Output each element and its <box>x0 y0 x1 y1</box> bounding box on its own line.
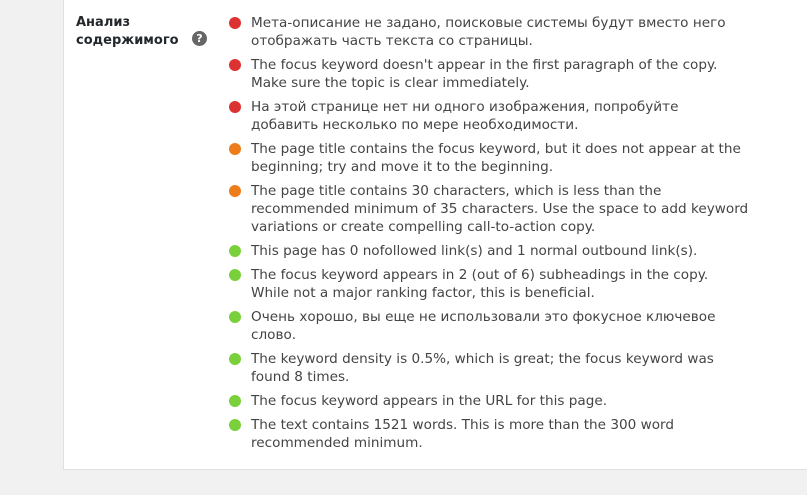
label-line-1: Анализ <box>76 15 130 30</box>
analysis-result-text: The focus keyword appears in 2 (out of 6… <box>251 267 709 301</box>
analysis-result-item: На этой странице нет ни одного изображен… <box>229 98 749 134</box>
analysis-results-list: Мета-описание не задано, поисковые систе… <box>229 14 749 458</box>
analysis-result-text: The keyword density is 0.5%, which is gr… <box>251 351 714 385</box>
analysis-result-item: The focus keyword doesn't appear in the … <box>229 56 749 92</box>
analysis-result-item: The focus keyword appears in the URL for… <box>229 392 749 410</box>
status-bad-dot-icon <box>229 101 241 113</box>
analysis-result-item: The text contains 1521 words. This is mo… <box>229 416 749 452</box>
label-line-2: содержимого <box>76 33 179 48</box>
help-icon[interactable]: ? <box>192 31 207 46</box>
analysis-result-item: The page title contains the focus keywor… <box>229 140 749 176</box>
analysis-result-text: Очень хорошо, вы еще не использовали это… <box>251 309 716 343</box>
analysis-result-text: The page title contains the focus keywor… <box>251 141 741 175</box>
status-bad-dot-icon <box>229 17 241 29</box>
status-good-dot-icon <box>229 353 241 365</box>
analysis-result-text: The focus keyword appears in the URL for… <box>251 393 608 409</box>
analysis-result-item: The focus keyword appears in 2 (out of 6… <box>229 266 749 302</box>
analysis-result-text: The focus keyword doesn't appear in the … <box>251 57 718 91</box>
analysis-result-item: The keyword density is 0.5%, which is gr… <box>229 350 749 386</box>
analysis-result-item: This page has 0 nofollowed link(s) and 1… <box>229 242 749 260</box>
analysis-result-item: Мета-описание не задано, поисковые систе… <box>229 14 749 50</box>
status-good-dot-icon <box>229 311 241 323</box>
status-good-dot-icon <box>229 245 241 257</box>
analysis-result-text: This page has 0 nofollowed link(s) and 1… <box>251 243 698 259</box>
analysis-result-item: The page title contains 30 characters, w… <box>229 182 749 236</box>
status-good-dot-icon <box>229 269 241 281</box>
content-analysis-label: Анализ содержимого <box>76 14 191 50</box>
analysis-result-text: The text contains 1521 words. This is mo… <box>251 417 675 451</box>
analysis-result-item: Очень хорошо, вы еще не использовали это… <box>229 308 749 344</box>
status-ok-dot-icon <box>229 185 241 197</box>
analysis-result-text: Мета-описание не задано, поисковые систе… <box>251 15 726 49</box>
content-analysis-panel: Анализ содержимого ? Мета-описание не за… <box>63 0 807 470</box>
analysis-result-text: The page title contains 30 characters, w… <box>251 183 749 235</box>
status-good-dot-icon <box>229 395 241 407</box>
status-good-dot-icon <box>229 419 241 431</box>
status-ok-dot-icon <box>229 143 241 155</box>
analysis-result-text: На этой странице нет ни одного изображен… <box>251 99 679 133</box>
status-bad-dot-icon <box>229 59 241 71</box>
